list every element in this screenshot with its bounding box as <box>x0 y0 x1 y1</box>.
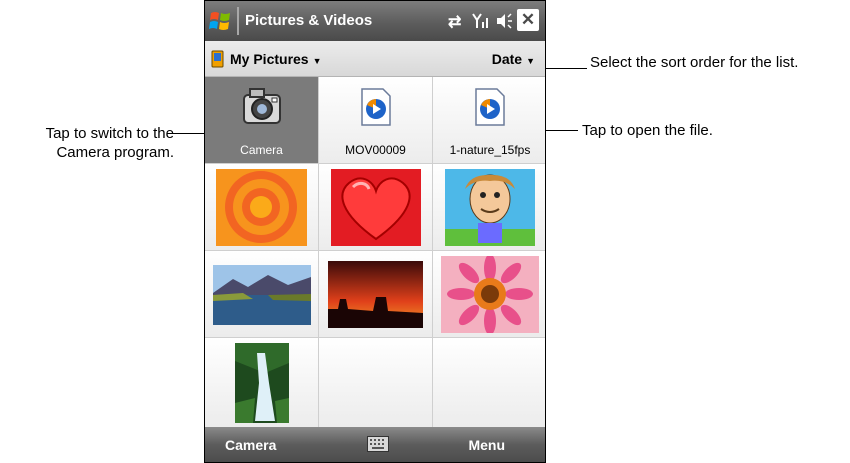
title-separator <box>237 7 239 35</box>
video-file-icon <box>475 88 505 126</box>
navigation-bar: My Pictures ▼ Date ▼ <box>205 41 545 77</box>
target-pattern-thumbnail <box>216 169 307 246</box>
camera-softkey[interactable]: Camera <box>225 437 276 453</box>
video-item-label: MOV00009 <box>345 143 406 157</box>
video-item-mov00009[interactable]: MOV00009 <box>319 77 433 164</box>
picture-item[interactable] <box>433 251 545 338</box>
sync-arrows-icon[interactable]: ⇄ <box>448 12 461 32</box>
picture-item[interactable] <box>433 164 545 251</box>
keyboard-icon[interactable] <box>367 436 389 452</box>
thumbnail-grid: Camera MOV00009 1-nature_15fps <box>205 77 545 428</box>
empty-cell <box>319 338 433 428</box>
callout-open-file: Tap to open the file. <box>582 122 713 139</box>
camera-icon <box>243 88 281 124</box>
callout-sort-line <box>545 68 587 69</box>
picture-item[interactable] <box>205 338 319 428</box>
device-icon <box>211 50 224 68</box>
video-item-label: 1-nature_15fps <box>449 143 531 157</box>
speaker-icon[interactable] <box>495 13 513 29</box>
video-file-icon <box>361 88 391 126</box>
window-title: Pictures & Videos <box>245 12 373 29</box>
device-screen: Pictures & Videos ⇄ ✕ My Pictures ▼ Date ▼ <box>204 0 546 463</box>
callout-camera-program: Tap to switch to the Camera program. <box>45 125 174 161</box>
empty-cell <box>433 338 545 428</box>
picture-item[interactable] <box>205 251 319 338</box>
callout-camera-line <box>172 133 206 134</box>
picture-item[interactable] <box>205 164 319 251</box>
picture-item[interactable] <box>319 164 433 251</box>
signal-strength-icon[interactable] <box>472 13 490 29</box>
folder-dropdown[interactable]: My Pictures ▼ <box>230 51 322 67</box>
camera-item-label: Camera <box>240 143 283 157</box>
folder-label: My Pictures <box>230 51 309 67</box>
chevron-down-icon: ▼ <box>526 56 535 66</box>
callout-sort-order: Select the sort order for the list. <box>590 54 799 71</box>
sort-dropdown[interactable]: Date ▼ <box>492 51 535 67</box>
close-button[interactable]: ✕ <box>517 9 539 31</box>
waterfall-thumbnail <box>235 343 289 423</box>
windows-logo-icon[interactable] <box>209 9 233 33</box>
lake-mountain-thumbnail <box>213 265 311 325</box>
cartoon-face-thumbnail <box>445 169 535 246</box>
softkey-bar: Camera Menu <box>205 427 545 462</box>
title-bar: Pictures & Videos ⇄ ✕ <box>205 1 545 41</box>
menu-softkey[interactable]: Menu <box>468 437 505 453</box>
chevron-down-icon: ▼ <box>312 56 322 66</box>
video-item-nature[interactable]: 1-nature_15fps <box>433 77 545 164</box>
sort-label: Date <box>491 51 523 67</box>
heart-thumbnail <box>331 169 421 246</box>
camera-item[interactable]: Camera <box>205 77 319 164</box>
close-icon: ✕ <box>520 10 536 29</box>
flower-thumbnail <box>441 256 539 333</box>
desert-sunset-thumbnail <box>328 261 423 328</box>
picture-item[interactable] <box>319 251 433 338</box>
